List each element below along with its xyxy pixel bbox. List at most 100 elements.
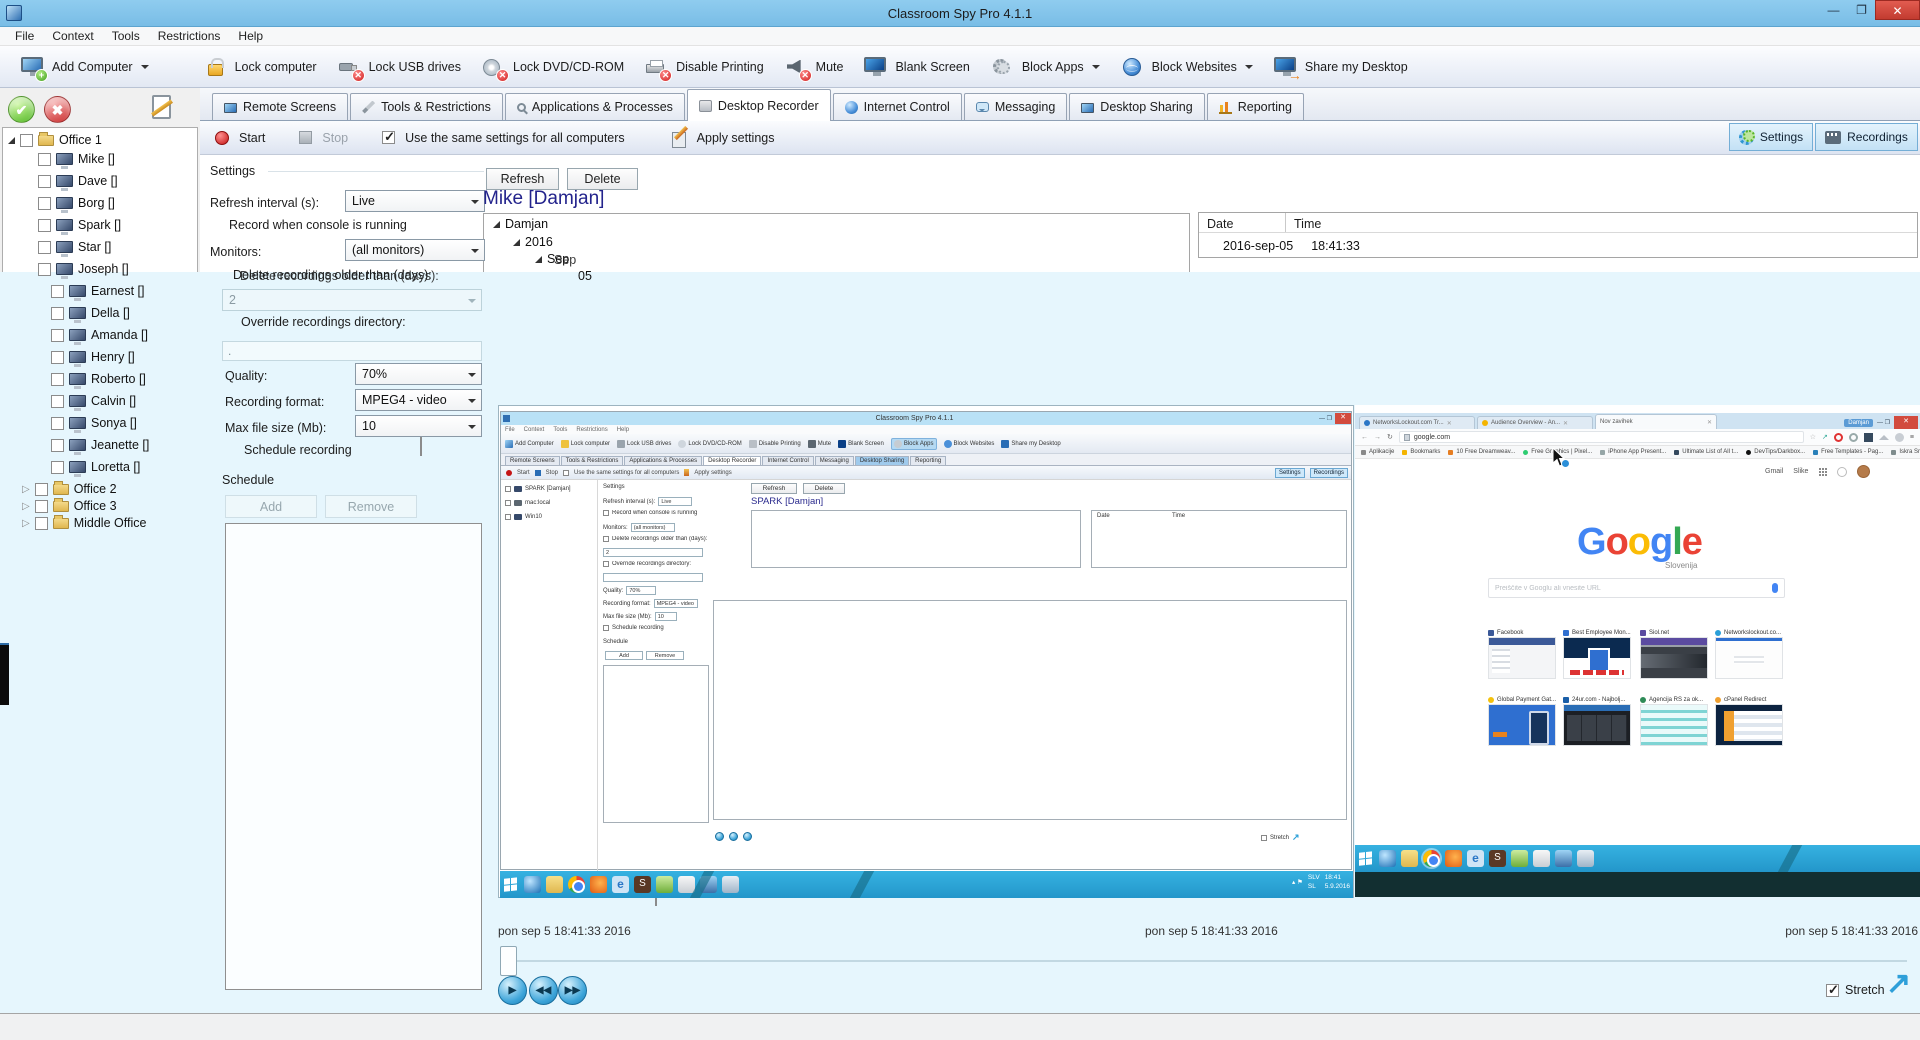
recordings-directory-input[interactable]: .	[222, 341, 482, 361]
disable-printing-button[interactable]: ✕ Disable Printing	[634, 50, 774, 84]
lock-usb-button[interactable]: ✕ Lock USB drives	[327, 50, 471, 84]
tree-item-computer[interactable]: Loretta []	[51, 457, 140, 477]
add-computer-button[interactable]: + Add Computer	[10, 50, 159, 84]
menu-restrictions[interactable]: Restrictions	[149, 29, 230, 43]
edit-log-icon[interactable]	[152, 95, 171, 119]
refresh-interval-select[interactable]: Live	[345, 190, 485, 212]
tree-item-computer[interactable]: Sonya []	[51, 413, 137, 433]
tab-desktop-sharing[interactable]: Desktop Sharing	[1069, 93, 1204, 120]
monitors-select[interactable]: (all monitors)	[345, 239, 485, 261]
tree-item-computer[interactable]: Spark []	[38, 215, 121, 235]
computer-checkbox[interactable]	[51, 461, 64, 474]
max-size-select[interactable]: 10	[355, 415, 482, 437]
rewind-button[interactable]: ◀◀	[529, 976, 558, 1005]
seek-thumb[interactable]	[500, 946, 517, 976]
apply-settings-button[interactable]: Apply settings	[697, 131, 775, 145]
tree-group-office1[interactable]: Office 1	[8, 130, 102, 150]
collapse-icon[interactable]	[493, 221, 500, 228]
format-select[interactable]: MPEG4 - video	[355, 389, 482, 411]
schedule-remove-button[interactable]: Remove	[325, 495, 417, 518]
collapse-icon[interactable]	[8, 137, 15, 144]
computer-checkbox[interactable]	[51, 373, 64, 386]
expand-icon[interactable]: ▷	[22, 518, 30, 529]
tree-node-day[interactable]: 05	[578, 266, 592, 286]
recording-row[interactable]: 2016-sep-0518:41:33	[1223, 236, 1360, 256]
record-console-checkbox[interactable]	[420, 437, 422, 456]
tree-item-computer[interactable]: Joseph []	[38, 259, 129, 279]
tree-group-middle-office[interactable]: ▷Middle Office	[22, 513, 146, 533]
tree-item-computer[interactable]: Borg []	[38, 193, 115, 213]
menu-tools[interactable]: Tools	[103, 29, 149, 43]
minimize-button[interactable]: —	[1819, 0, 1848, 20]
office2-checkbox[interactable]	[35, 483, 48, 496]
tab-tools-restrictions[interactable]: Tools & Restrictions	[350, 93, 503, 120]
tree-item-computer[interactable]: Della []	[51, 303, 130, 323]
tree-item-computer[interactable]: Calvin []	[51, 391, 136, 411]
collapse-icon[interactable]	[535, 256, 542, 263]
close-button[interactable]: ✕	[1875, 0, 1920, 20]
share-desktop-button[interactable]: → Share my Desktop	[1263, 50, 1418, 84]
confirm-button[interactable]: ✔	[8, 96, 35, 123]
middle-office-checkbox[interactable]	[35, 517, 48, 530]
forward-button[interactable]: ▶▶	[558, 976, 587, 1005]
computer-checkbox[interactable]	[38, 241, 51, 254]
stop-button[interactable]: Stop	[322, 131, 348, 145]
menu-help[interactable]: Help	[229, 29, 272, 43]
expand-icon[interactable]: ▷	[22, 484, 30, 495]
column-header-date[interactable]: Date	[1207, 217, 1233, 231]
maximize-button[interactable]: ❐	[1848, 0, 1875, 20]
tree-item-computer[interactable]: Henry []	[51, 347, 135, 367]
menu-context[interactable]: Context	[43, 29, 102, 43]
schedule-add-button[interactable]: Add	[225, 495, 317, 518]
menu-file[interactable]: File	[6, 29, 43, 43]
computer-checkbox[interactable]	[38, 219, 51, 232]
cancel-button[interactable]: ✖	[44, 96, 71, 123]
tree-item-computer[interactable]: Amanda []	[51, 325, 148, 345]
office3-checkbox[interactable]	[35, 500, 48, 513]
lock-dvd-button[interactable]: ✕ Lock DVD/CD-ROM	[471, 50, 634, 84]
computer-checkbox[interactable]	[38, 175, 51, 188]
quality-select[interactable]: 70%	[355, 363, 482, 385]
column-header-time[interactable]: Time	[1294, 217, 1321, 231]
play-button[interactable]: ▶	[498, 976, 527, 1005]
collapse-icon[interactable]	[513, 239, 520, 246]
computer-checkbox[interactable]	[51, 395, 64, 408]
tree-node-damjan[interactable]: Damjan	[493, 214, 548, 234]
computer-checkbox[interactable]	[51, 417, 64, 430]
computer-checkbox[interactable]	[38, 197, 51, 210]
tree-item-computer[interactable]: Mike []	[38, 149, 115, 169]
schedule-listbox[interactable]	[225, 523, 482, 990]
tree-item-computer[interactable]: Star []	[38, 237, 111, 257]
expand-icon[interactable]: ▷	[22, 501, 30, 512]
tab-remote-screens[interactable]: Remote Screens	[212, 93, 348, 120]
settings-view-button[interactable]: Settings	[1729, 123, 1813, 151]
tree-item-computer[interactable]: Roberto []	[51, 369, 146, 389]
tree-item-computer[interactable]: Earnest []	[51, 281, 145, 301]
office1-checkbox[interactable]	[20, 134, 33, 147]
tab-internet-control[interactable]: Internet Control	[833, 93, 962, 120]
same-settings-checkbox[interactable]	[382, 131, 395, 144]
start-button[interactable]: Start	[239, 131, 265, 145]
delete-button[interactable]: Delete	[567, 168, 638, 190]
recordings-view-button[interactable]: Recordings	[1815, 123, 1918, 151]
refresh-button[interactable]: Refresh	[486, 168, 559, 190]
seek-track[interactable]	[517, 960, 1907, 962]
blank-screen-button[interactable]: Blank Screen	[853, 50, 979, 84]
tab-desktop-recorder[interactable]: Desktop Recorder	[687, 89, 831, 121]
tab-applications-processes[interactable]: Applications & Processes	[505, 93, 685, 120]
computer-checkbox[interactable]	[51, 351, 64, 364]
tree-node-month[interactable]: SepSep	[535, 249, 569, 269]
computer-checkbox[interactable]	[51, 285, 64, 298]
computer-checkbox[interactable]	[51, 307, 64, 320]
tab-reporting[interactable]: Reporting	[1207, 93, 1304, 120]
computer-checkbox[interactable]	[38, 263, 51, 276]
column-divider[interactable]	[1285, 213, 1286, 232]
block-apps-button[interactable]: Block Apps	[980, 50, 1110, 84]
tree-item-computer[interactable]: Jeanette []	[51, 435, 149, 455]
block-websites-button[interactable]: Block Websites	[1110, 50, 1263, 84]
computer-checkbox[interactable]	[38, 153, 51, 166]
tree-item-computer[interactable]: Dave []	[38, 171, 118, 191]
tab-messaging[interactable]: Messaging	[964, 93, 1067, 120]
mute-button[interactable]: ✕ Mute	[774, 50, 854, 84]
lock-computer-button[interactable]: Lock computer	[193, 50, 327, 84]
